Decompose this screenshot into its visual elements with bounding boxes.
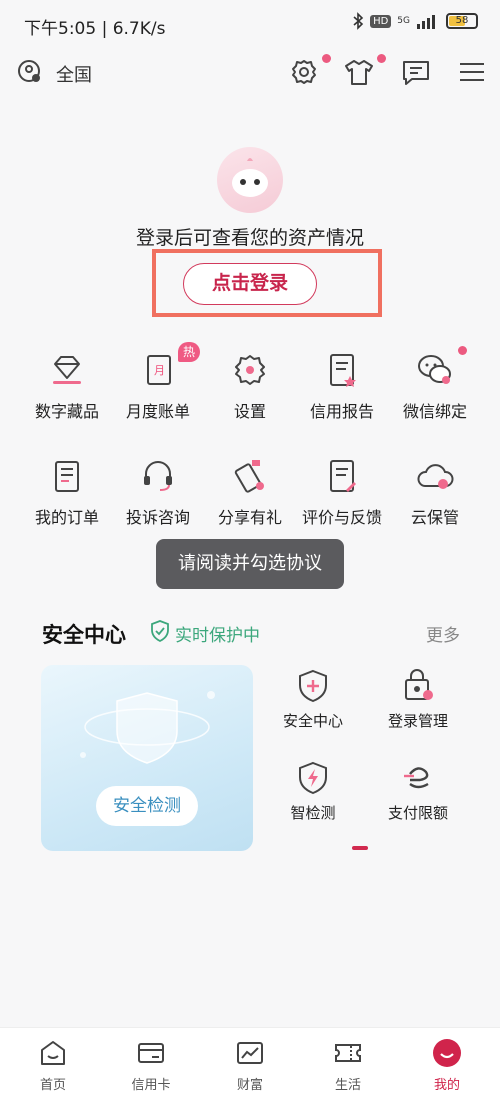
grid-label: 云保管	[410, 508, 459, 527]
grid-item-digital-collection[interactable]: 数字藏品	[22, 350, 112, 430]
signal-icon	[417, 15, 435, 29]
grid-label: 评价与反馈	[301, 508, 382, 527]
grid-label: 设置	[233, 402, 266, 421]
security-check-button[interactable]: 安全检测	[96, 786, 198, 826]
tshirt-icon	[345, 60, 373, 85]
home-icon	[41, 1041, 65, 1065]
grid-item-my-orders[interactable]: 我的订单	[22, 456, 112, 536]
tab-wealth[interactable]: 财富	[210, 1038, 290, 1093]
grid-label: 我的订单	[34, 508, 99, 527]
payment-limit-icon	[404, 767, 429, 789]
page-indicator	[352, 846, 368, 850]
grid-item-cloud-storage[interactable]: 云保管	[390, 456, 480, 536]
security-status: 实时保护中	[175, 626, 260, 646]
grid-item-feedback[interactable]: 评价与反馈	[297, 456, 387, 536]
message-button[interactable]	[400, 56, 432, 88]
grid-item-monthly-bill[interactable]: 月 月度账单	[113, 350, 203, 430]
security-item-smart-detect[interactable]: 智检测	[268, 760, 358, 823]
status-icons: HD 5G 58	[352, 12, 478, 30]
wechat-icon	[418, 355, 451, 384]
security-title: 安全中心	[42, 623, 126, 647]
tab-label: 财富	[236, 1078, 263, 1093]
login-hint: 登录后可查看您的资产情况	[135, 227, 364, 249]
avatar	[217, 147, 283, 213]
toast-message: 请阅读并勾选协议	[156, 539, 344, 589]
location-icon[interactable]	[16, 58, 44, 86]
security-more-link[interactable]: 更多	[426, 621, 460, 646]
grid-label: 分享有礼	[217, 508, 282, 527]
settings-button[interactable]	[288, 54, 331, 88]
bill-book-icon: 月	[147, 355, 171, 385]
shield-check-icon	[151, 620, 169, 642]
cloud-icon	[417, 464, 454, 489]
bluetooth-icon	[353, 12, 364, 30]
status-bar: 下午5:05 | 6.7K/s HD 5G 58	[0, 0, 500, 48]
hot-badge: 热	[178, 342, 201, 362]
message-icon	[403, 61, 429, 85]
bottom-nav: 首页 信用卡 财富 生活 我的	[0, 1027, 500, 1097]
grid-label: 智检测	[290, 804, 336, 822]
tab-mine[interactable]: 我的	[407, 1038, 487, 1093]
tab-life[interactable]: 生活	[308, 1038, 388, 1093]
grid-item-share-gift[interactable]: 分享有礼	[205, 456, 295, 536]
tab-label: 我的	[433, 1078, 460, 1093]
security-item-login-manage[interactable]: 登录管理	[373, 668, 463, 731]
menu-button[interactable]	[456, 56, 488, 88]
notification-dot	[377, 54, 386, 63]
order-icon	[55, 461, 79, 492]
report-icon	[330, 354, 356, 387]
hd-badge: HD	[370, 14, 392, 28]
grid-item-credit-report[interactable]: 信用报告	[297, 350, 387, 430]
security-item-pay-limit[interactable]: 支付限额	[373, 760, 463, 823]
grid-item-wechat-bind[interactable]: 微信绑定	[390, 346, 480, 430]
diamond-icon	[53, 356, 81, 384]
shield-plus-icon	[299, 669, 327, 703]
grid-label: 微信绑定	[402, 402, 467, 421]
skin-button[interactable]	[343, 54, 386, 88]
login-button[interactable]: 点击登录	[183, 263, 317, 305]
share-phone-icon	[234, 460, 264, 493]
lock-user-icon	[405, 669, 433, 700]
grid-item-settings[interactable]: 设置	[205, 350, 295, 430]
tab-label: 信用卡	[131, 1078, 171, 1093]
grid-label: 月度账单	[125, 402, 190, 421]
top-nav: 全国	[0, 52, 500, 92]
gear-icon	[292, 60, 316, 84]
status-time: 下午5:05 | 6.7K/s	[24, 19, 166, 39]
notification-dot	[322, 54, 331, 63]
tab-credit-card[interactable]: 信用卡	[111, 1038, 191, 1093]
ticket-icon	[335, 1044, 361, 1062]
tab-label: 生活	[334, 1078, 361, 1093]
grid-label: 安全中心	[282, 712, 343, 730]
grid-label: 支付限额	[387, 804, 448, 822]
chart-icon	[237, 1042, 263, 1064]
grid-label: 登录管理	[387, 712, 448, 730]
mascot-icon	[232, 158, 268, 197]
location-label[interactable]: 全国	[56, 61, 92, 87]
notification-dot	[458, 346, 467, 355]
gear-icon	[235, 355, 265, 385]
svg-text:月: 月	[154, 364, 165, 377]
feedback-icon	[330, 460, 356, 492]
grid-label: 投诉咨询	[125, 508, 190, 527]
grid-label: 信用报告	[309, 402, 374, 421]
shield-bolt-icon	[299, 761, 327, 795]
grid-label: 数字藏品	[34, 402, 99, 421]
profile-icon	[433, 1039, 461, 1067]
tab-home[interactable]: 首页	[13, 1038, 93, 1093]
security-item-center[interactable]: 安全中心	[268, 668, 358, 731]
tab-label: 首页	[39, 1078, 66, 1093]
battery-icon: 58	[446, 13, 478, 29]
network-label: 5G	[397, 15, 410, 26]
menu-icon	[460, 63, 484, 81]
grid-item-complaint[interactable]: 投诉咨询	[113, 456, 203, 536]
credit-card-icon	[138, 1043, 164, 1063]
headset-icon	[144, 461, 172, 491]
